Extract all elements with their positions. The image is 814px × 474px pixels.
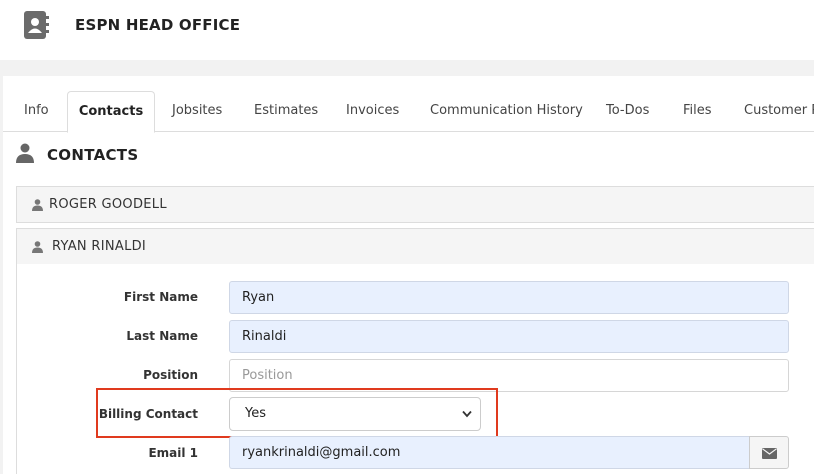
section-title: CONTACTS xyxy=(47,146,139,164)
company-name: ESPN HEAD OFFICE xyxy=(75,16,241,34)
email-button[interactable] xyxy=(749,436,789,469)
envelope-icon xyxy=(762,448,777,459)
tab-communication-history[interactable]: Communication History xyxy=(430,91,583,132)
first-name-input[interactable]: Ryan xyxy=(229,281,789,314)
position-label: Position xyxy=(143,368,198,382)
email1-input[interactable]: ryankrinaldi@gmail.com xyxy=(229,436,749,469)
first-name-label: First Name xyxy=(123,290,198,304)
user-icon xyxy=(32,241,43,253)
position-placeholder: Position xyxy=(242,368,293,383)
contact-name: RYAN RINALDI xyxy=(52,239,147,254)
tab-invoices[interactable]: Invoices xyxy=(346,91,399,132)
email1-label: Email 1 xyxy=(148,446,198,460)
top-header: ESPN HEAD OFFICE xyxy=(0,0,814,50)
last-name-input[interactable]: Rinaldi xyxy=(229,320,789,353)
contact-name: ROGER GOODELL xyxy=(49,197,167,212)
last-name-label: Last Name xyxy=(126,329,198,343)
tab-jobsites[interactable]: Jobsites xyxy=(172,91,222,132)
contact-panel-header[interactable]: RYAN RINALDI xyxy=(16,228,814,265)
user-icon xyxy=(16,143,34,163)
tab-files[interactable]: Files xyxy=(683,91,712,132)
tab-customer-portal[interactable]: Customer P xyxy=(744,91,814,132)
tab-todos[interactable]: To-Dos xyxy=(606,91,649,132)
tab-contacts[interactable]: Contacts xyxy=(67,91,155,133)
address-book-icon xyxy=(24,11,49,39)
tab-estimates[interactable]: Estimates xyxy=(254,91,318,132)
tab-info[interactable]: Info xyxy=(24,91,49,132)
tab-bar: Info Contacts Jobsites Estimates Invoice… xyxy=(3,91,814,133)
contact-panel-header[interactable]: ROGER GOODELL xyxy=(16,186,814,223)
annotation-highlight-box xyxy=(96,388,498,438)
user-icon xyxy=(32,199,43,211)
header-divider xyxy=(0,60,814,76)
